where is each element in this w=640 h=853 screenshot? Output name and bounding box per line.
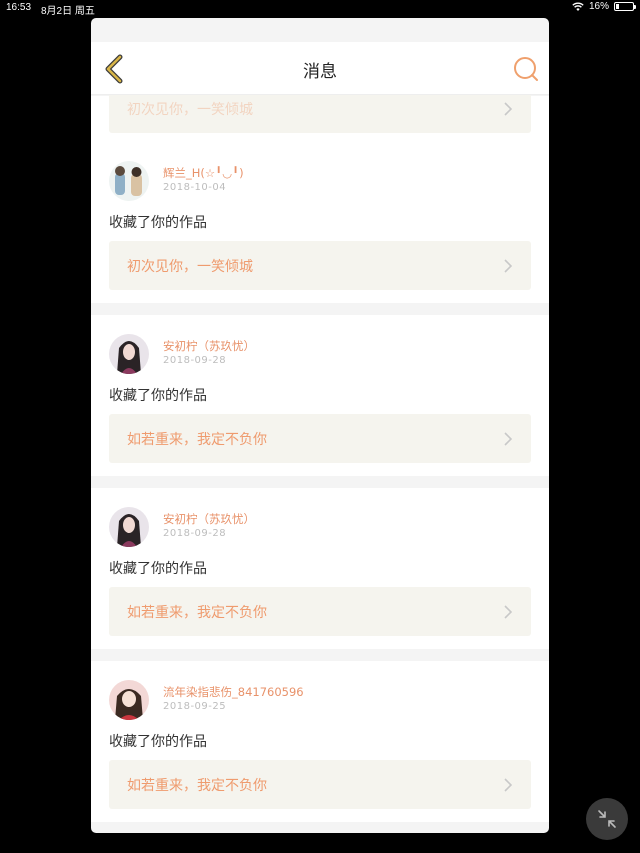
work-title: 如若重来，我定不负你 [127,778,267,794]
action-text: 收藏了你的作品 [109,561,207,577]
status-time: 16:53 [6,2,32,13]
chevron-right-icon [504,605,513,619]
message-date: 2018-09-25 [163,701,227,712]
avatar[interactable] [109,680,149,720]
chevron-right-icon [504,778,513,792]
message-card[interactable]: 流年染指悲伤_841760596 2018-09-25 收藏了你的作品 如若重来… [91,661,549,822]
battery-icon [614,2,636,11]
nav-bar: 消息 [91,42,549,95]
message-card[interactable]: 安初柠（苏玖忧） 2018-09-28 收藏了你的作品 如若重来，我定不负你 [91,315,549,476]
message-date: 2018-09-28 [163,355,227,366]
work-title: 如若重来，我定不负你 [127,605,267,621]
username[interactable]: 辉兰_H(☆╹◡╹) [163,165,244,181]
message-date: 2018-09-28 [163,528,227,539]
message-date: 2018-10-04 [163,182,227,193]
battery-fill [616,4,619,9]
page-title: 消息 [303,62,337,82]
action-text: 收藏了你的作品 [109,734,207,750]
action-text: 收藏了你的作品 [109,215,207,231]
work-link[interactable]: 如若重来，我定不负你 [109,760,531,809]
message-card[interactable]: 辉兰_H(☆╹◡╹) 2018-10-04 收藏了你的作品 初次见你，一笑倾城 [91,142,549,303]
chevron-right-icon [504,102,513,116]
avatar[interactable] [109,161,149,201]
status-right: 16% [572,1,636,12]
battery-percent: 16% [588,1,609,12]
work-link[interactable]: 如若重来，我定不负你 [109,414,531,463]
wifi-icon [572,2,584,11]
work-link[interactable]: 初次见你，一笑倾城 [109,241,531,290]
work-title: 如若重来，我定不负你 [127,432,267,448]
chevron-right-icon [504,259,513,273]
action-text: 收藏了你的作品 [109,388,207,404]
messages-sheet: 初次见你，一笑倾城 辉兰_H(☆╹◡╹) 2018-10-04 收藏了你的作品 … [91,18,549,833]
avatar[interactable] [109,507,149,547]
message-card-partial[interactable]: 初次见你，一笑倾城 [91,84,549,148]
work-link[interactable]: 如若重来，我定不负你 [109,587,531,636]
work-title: 初次见你，一笑倾城 [127,102,253,118]
avatar[interactable] [109,334,149,374]
minimize-button[interactable] [586,798,628,840]
collapse-arrows-icon [598,810,616,828]
work-title: 初次见你，一笑倾城 [127,259,253,275]
search-icon[interactable] [513,56,539,82]
chevron-right-icon [504,432,513,446]
username[interactable]: 安初柠（苏玖忧） [163,338,255,354]
message-card[interactable]: 安初柠（苏玖忧） 2018-09-28 收藏了你的作品 如若重来，我定不负你 [91,488,549,649]
username[interactable]: 安初柠（苏玖忧） [163,511,255,527]
status-date: 8月2日 周五 [41,6,95,17]
status-bar: 16:53 8月2日 周五 16% [0,0,640,17]
username[interactable]: 流年染指悲伤_841760596 [163,684,304,700]
